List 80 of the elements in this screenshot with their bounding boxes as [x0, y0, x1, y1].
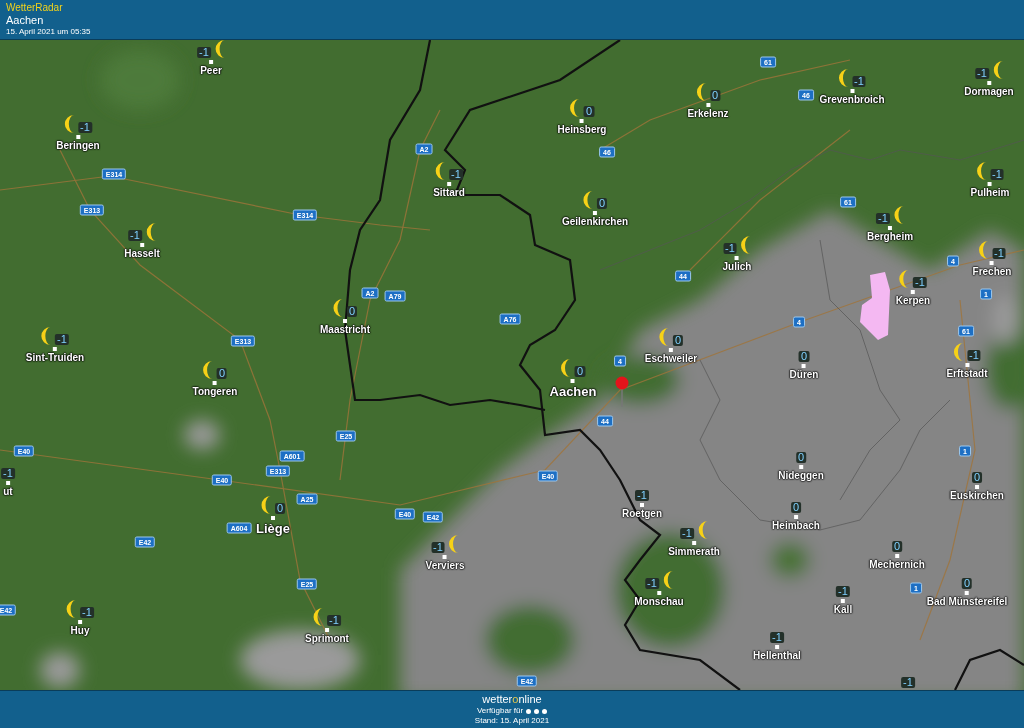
city-label: Hellenthal: [753, 650, 801, 663]
city-label: Kall: [833, 604, 853, 617]
city-label: Peer: [200, 65, 222, 78]
temperature-label: -1: [1, 468, 15, 479]
city-label: Pulheim: [970, 187, 1010, 200]
temperature-label: 0: [709, 90, 721, 101]
temperature-label: -1: [876, 213, 890, 224]
temperature-label: -1: [770, 632, 784, 643]
city-label: Frechen: [972, 266, 1012, 279]
city-label: Tongeren: [192, 386, 238, 399]
city-label: Euskirchen: [950, 490, 1004, 503]
city-label: Nideggen: [778, 470, 824, 483]
temperature-label: 0: [790, 502, 802, 513]
city-label: Beringen: [56, 140, 100, 153]
location-title: Aachen: [6, 14, 45, 27]
temperature-label: 0: [798, 351, 810, 362]
city-label: Hasselt: [124, 248, 160, 261]
temperature-label: -1: [913, 277, 927, 288]
city-label: Geilenkirchen: [561, 216, 629, 229]
temperature-label: 0: [961, 578, 973, 589]
city-label: Simmerath: [668, 546, 720, 559]
temperature-label: 0: [216, 368, 228, 379]
temperature-label: -1: [990, 169, 1004, 180]
temperature-label: -1: [327, 615, 341, 626]
city-label: Bad Münstereifel: [926, 596, 1008, 609]
temperature-label: -1: [901, 677, 915, 688]
city-label: Dormagen: [964, 86, 1014, 99]
temperature-label: 0: [583, 106, 595, 117]
timestamp: 15. April 2021 um 05:35: [6, 27, 92, 37]
city-label: Huy: [70, 625, 90, 638]
temperature-label: -1: [992, 248, 1006, 259]
city-label: Sint-Truiden: [25, 352, 85, 365]
temperature-label: -1: [975, 68, 989, 79]
city-label: Aachen: [549, 384, 597, 401]
city-label: Maastricht: [320, 324, 370, 337]
availability-label: Verfügbar für: [476, 706, 524, 716]
city-label: Heinsberg: [557, 124, 607, 137]
temperature-label: 0: [596, 198, 608, 209]
city-label: Sprimont: [305, 633, 349, 646]
temperature-label: -1: [431, 542, 445, 553]
app-title: WetterRadar: [6, 2, 64, 14]
temperature-label: 0: [346, 306, 358, 317]
city-label: Monschau: [634, 596, 684, 609]
temperature-label: 0: [274, 503, 286, 514]
city-label: Eschweiler: [644, 353, 698, 366]
city-label: ut: [3, 486, 13, 499]
temperature-label: -1: [967, 350, 981, 361]
city-label: Sittard: [433, 187, 465, 200]
temperature-label: -1: [852, 76, 866, 87]
temperature-label: 0: [672, 335, 684, 346]
temperature-label: 0: [891, 541, 903, 552]
temperature-label: -1: [449, 169, 463, 180]
city-label: Verviers: [425, 560, 465, 573]
city-label: Mechernich: [869, 559, 925, 572]
city-label: Bergheim: [866, 231, 914, 244]
city-label: Erftstadt: [946, 368, 988, 381]
map-pin-icon: [614, 376, 630, 408]
temperature-label: -1: [635, 490, 649, 501]
city-label: Düren: [789, 369, 819, 382]
city-label: Erkelenz: [687, 108, 729, 121]
temperature-label: -1: [55, 334, 69, 345]
temperature-label: -1: [197, 47, 211, 58]
city-label: Julich: [722, 261, 752, 274]
temperature-label: 0: [971, 472, 983, 483]
temperature-label: -1: [680, 528, 694, 539]
brand-logo: wetteronline: [482, 693, 542, 706]
temperature-label: -1: [723, 243, 737, 254]
radar-map-drawing[interactable]: [0, 40, 1024, 690]
temperature-label: -1: [78, 122, 92, 133]
city-label: Heimbach: [772, 520, 820, 533]
temperature-label: -1: [80, 607, 94, 618]
temperature-label: 0: [574, 366, 586, 377]
city-label: Kerpen: [895, 295, 931, 308]
temperature-label: -1: [836, 586, 850, 597]
city-label: Liège: [256, 521, 290, 538]
temperature-label: 0: [795, 452, 807, 463]
city-label: Grevenbroich: [819, 94, 885, 107]
temperature-label: -1: [128, 230, 142, 241]
date-label: Stand: 15. April 2021: [474, 716, 550, 726]
temperature-label: -1: [645, 578, 659, 589]
